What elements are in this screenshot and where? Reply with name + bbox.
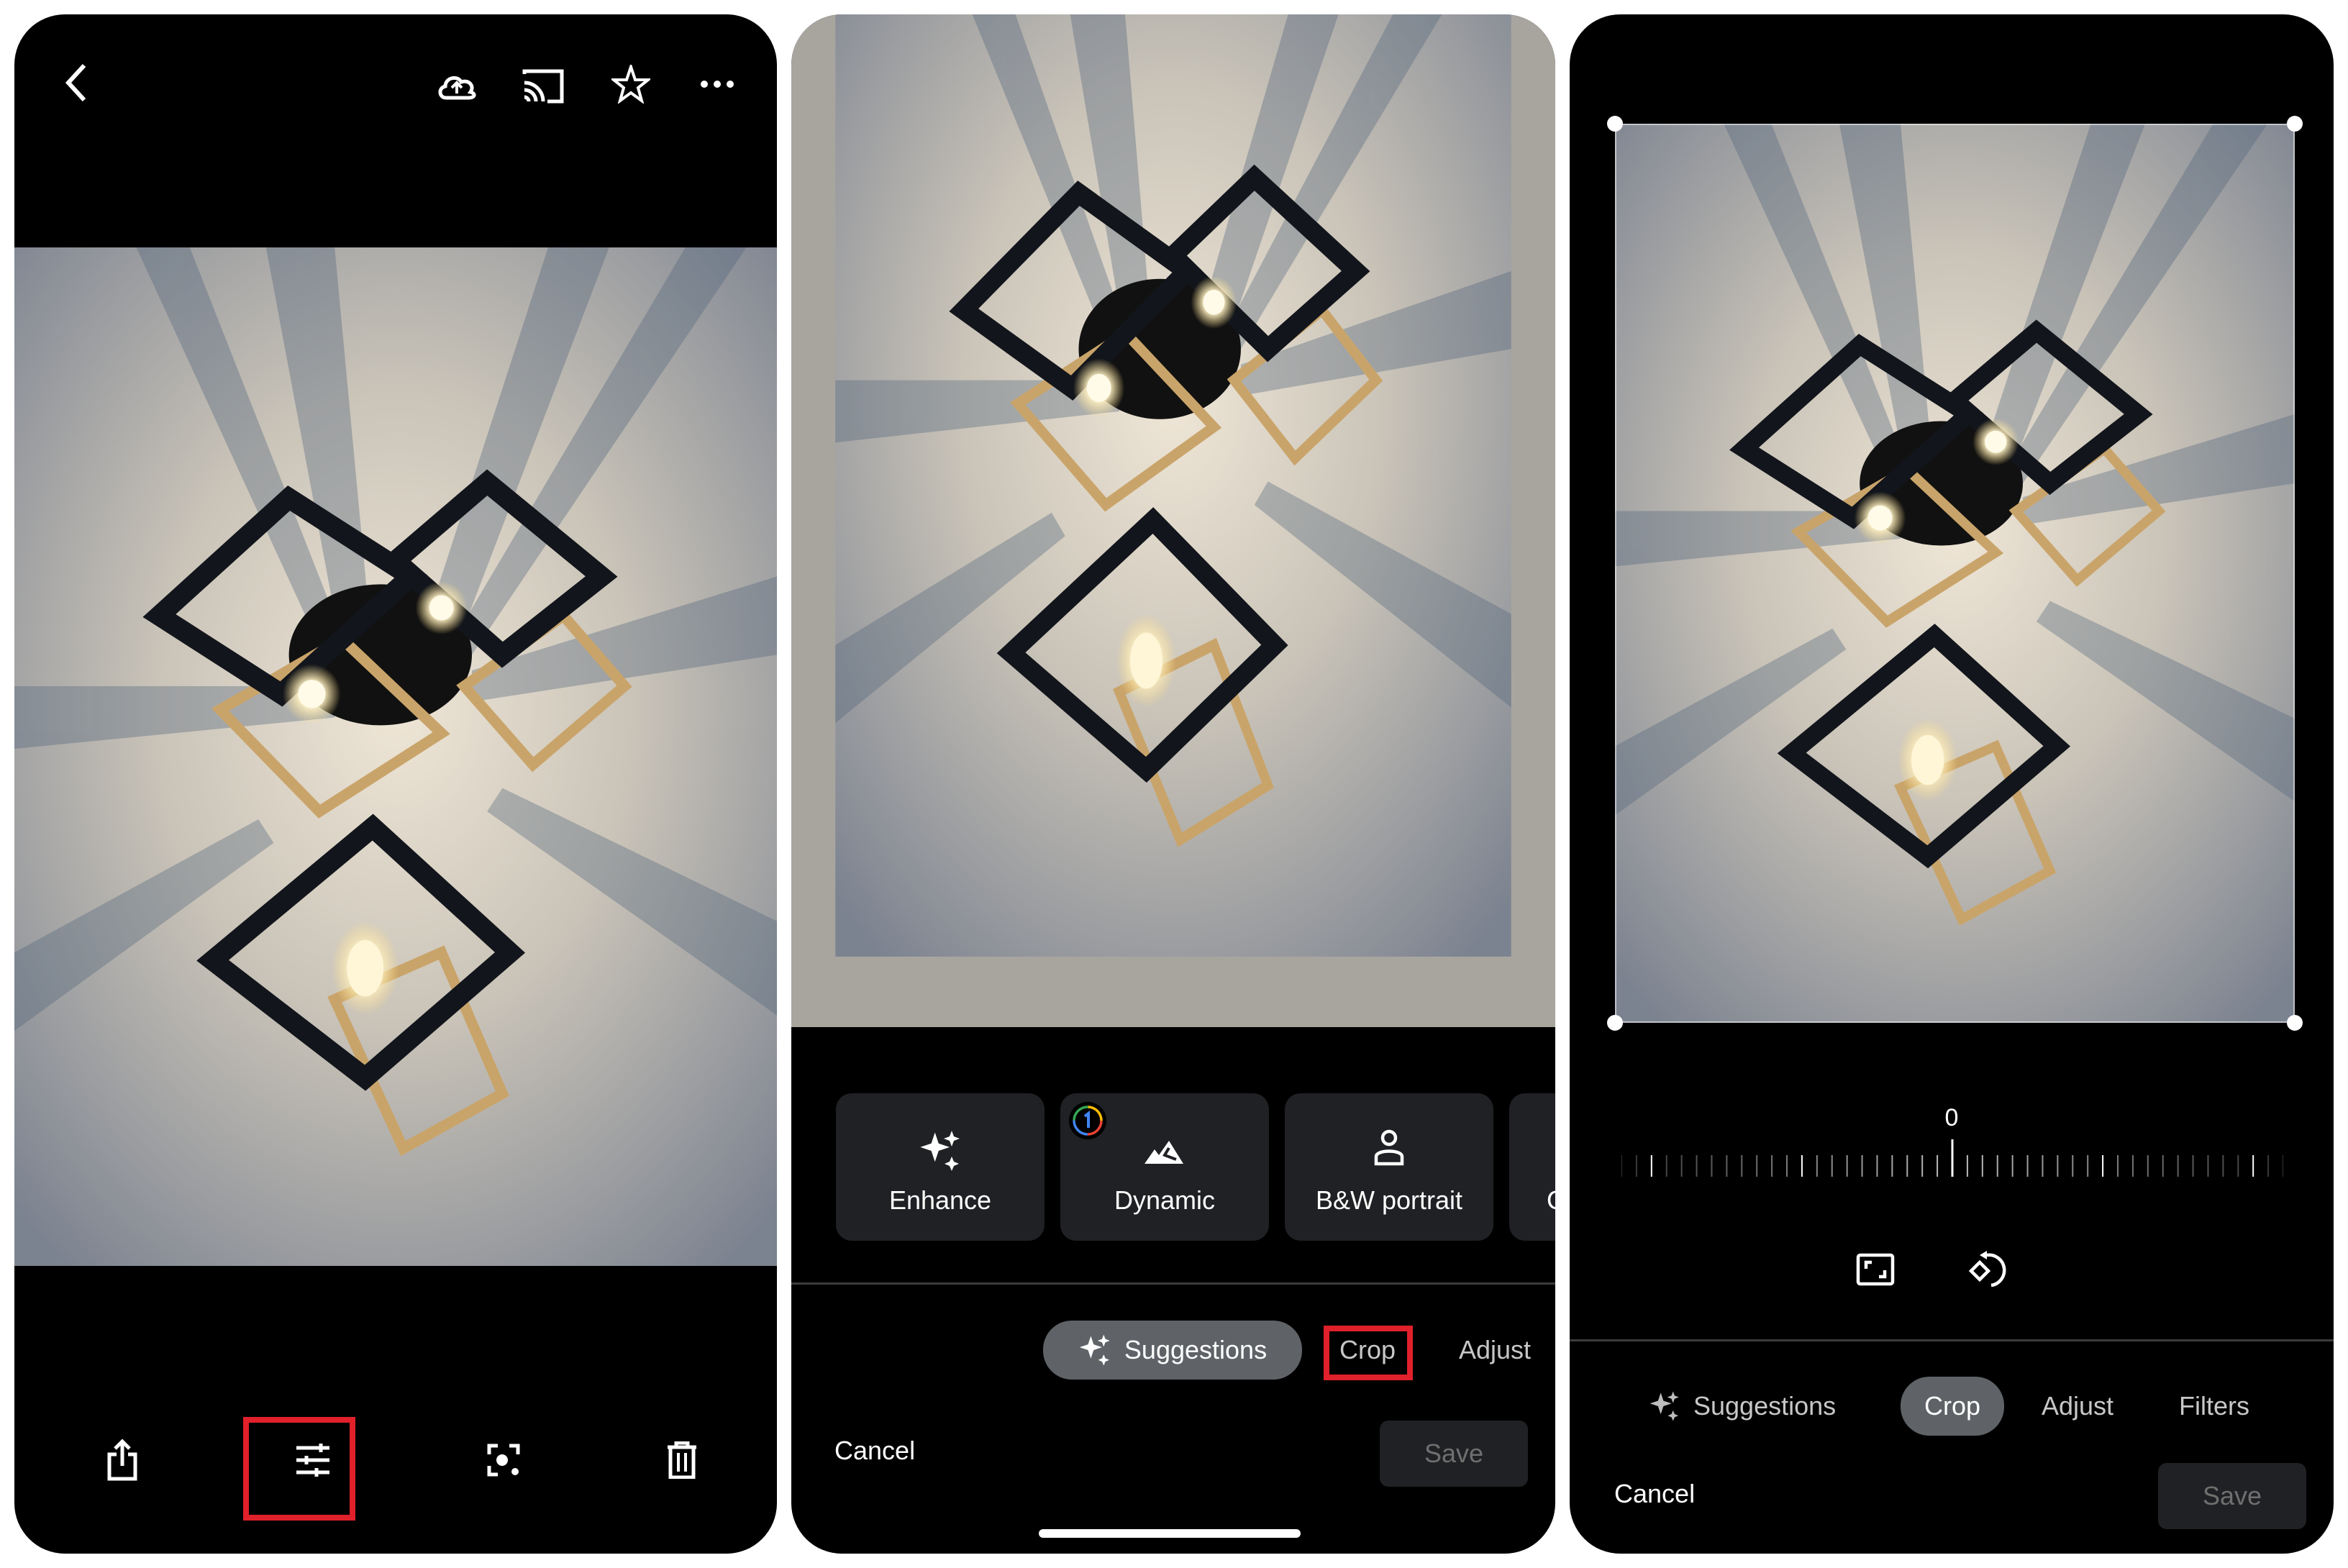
sparkle-icon [1079, 1334, 1110, 1366]
home-indicator [1039, 1529, 1301, 1538]
tab-label: Crop [1924, 1391, 1981, 1421]
suggestion-card-label: B&W portrait [1315, 1185, 1463, 1215]
star-icon [611, 65, 650, 104]
crop-frame[interactable] [1615, 124, 2295, 1023]
rotate-icon [1968, 1251, 2006, 1287]
divider [1570, 1339, 2334, 1341]
editor-crop-screen: 0 Suggestions Crop Adjust Filters Cancel… [1570, 14, 2334, 1554]
crop-handle-top-right[interactable] [2287, 116, 2303, 132]
sparkle-icon [920, 1131, 960, 1171]
suggestion-card-label: C [1547, 1185, 1555, 1216]
mountain-icon [1145, 1141, 1183, 1164]
tab-adjust[interactable]: Adjust [1459, 1321, 1531, 1380]
tab-label: Suggestions [1124, 1335, 1268, 1364]
aspect-ratio-icon [1856, 1253, 1895, 1286]
more-options-button[interactable] [685, 52, 750, 117]
photo-preview [791, 14, 1555, 1027]
tab-label: Filters [2179, 1391, 2249, 1421]
back-button[interactable] [43, 50, 108, 115]
photo-viewer-screen [14, 14, 777, 1554]
lens-icon [487, 1444, 520, 1477]
back-icon [65, 63, 86, 102]
tab-suggestions[interactable]: Suggestions [1043, 1321, 1302, 1380]
cast-icon [522, 69, 564, 104]
divider [791, 1282, 1555, 1285]
suggestion-card-label: Enhance [888, 1185, 992, 1215]
aspect-ratio-button[interactable] [1843, 1237, 1908, 1302]
share-button[interactable] [86, 1424, 158, 1496]
rotation-slider[interactable] [1621, 1136, 2283, 1180]
rotation-angle-value: 0 [1944, 1104, 1959, 1131]
delete-button[interactable] [646, 1424, 718, 1496]
tab-adjust[interactable]: Adjust [2042, 1377, 2113, 1436]
cast-button[interactable] [511, 54, 575, 119]
lens-button[interactable] [468, 1424, 540, 1496]
cloud-upload-icon [438, 76, 476, 100]
suggestion-card-dynamic[interactable]: Dynamic [1060, 1093, 1269, 1241]
suggestion-card-bw-portrait[interactable]: B&W portrait [1285, 1093, 1493, 1241]
share-icon [107, 1439, 137, 1481]
tab-filters[interactable]: Filters [2179, 1377, 2249, 1436]
photo[interactable] [14, 247, 777, 1266]
sparkle-icon [1649, 1391, 1679, 1421]
cancel-button[interactable]: Cancel [1614, 1479, 1695, 1509]
more-horizontal-icon [701, 81, 734, 88]
rotate-button[interactable] [1955, 1237, 2019, 1302]
highlight-crop-tab [1324, 1326, 1413, 1380]
crop-handle-bottom-left[interactable] [1607, 1015, 1623, 1031]
crop-handle-bottom-right[interactable] [2287, 1015, 2303, 1031]
suggestion-card-truncated[interactable]: C [1509, 1093, 1555, 1241]
backup-button[interactable] [424, 54, 489, 119]
tab-suggestions[interactable]: Suggestions [1649, 1377, 1836, 1436]
tab-label: Suggestions [1693, 1391, 1837, 1421]
highlight-edit-button [243, 1417, 355, 1521]
crop-handle-top-left[interactable] [1607, 116, 1623, 132]
cancel-button[interactable]: Cancel [834, 1436, 915, 1466]
suggestion-card-label: Dynamic [1114, 1185, 1216, 1215]
save-button[interactable]: Save [1380, 1421, 1528, 1487]
tab-label: Adjust [2042, 1391, 2114, 1421]
editor-suggestions-screen: Enhance Dynamic B&W portrait C Suggestio… [791, 14, 1555, 1554]
tab-crop[interactable]: Crop [1901, 1377, 2004, 1436]
person-icon [1374, 1129, 1404, 1166]
tab-label: Adjust [1459, 1335, 1532, 1364]
suggestion-card-enhance[interactable]: Enhance [836, 1093, 1045, 1241]
save-button[interactable]: Save [2158, 1463, 2306, 1529]
favorite-button[interactable] [599, 52, 663, 117]
trash-icon [668, 1441, 696, 1479]
